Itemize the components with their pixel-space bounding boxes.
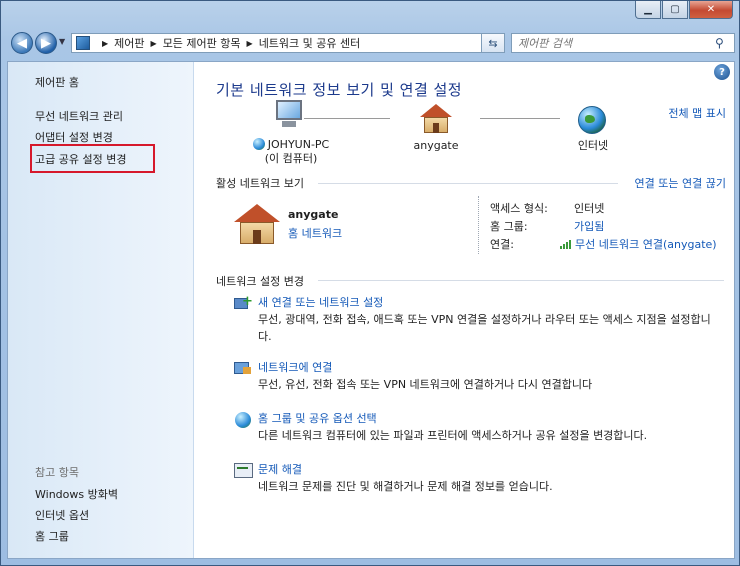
- section-divider: [318, 183, 618, 184]
- new-connection-icon: +: [234, 294, 254, 312]
- content-area: 제어판 홈 무선 네트워크 관리 어댑터 설정 변경 고급 공유 설정 변경 참…: [7, 61, 735, 559]
- left-task-pane: 제어판 홈 무선 네트워크 관리 어댑터 설정 변경 고급 공유 설정 변경 참…: [8, 62, 194, 558]
- homegroup-value-link[interactable]: 가입됨: [574, 218, 604, 234]
- vertical-divider: [478, 196, 479, 254]
- internet-globe-icon[interactable]: [578, 106, 606, 134]
- page-title: 기본 네트워크 정보 보기 및 연결 설정: [216, 81, 463, 99]
- map-connector-line: [480, 118, 560, 119]
- access-type-value: 인터넷: [574, 202, 605, 215]
- computer-sub: (이 컴퓨터): [264, 152, 318, 165]
- search-icon[interactable]: ⚲: [715, 36, 729, 50]
- see-also-homegroup[interactable]: 홈 그룹: [35, 528, 69, 544]
- access-type-label: 액세스 형식:: [490, 202, 548, 215]
- troubleshoot-desc: 네트워크 문제를 진단 및 해결하거나 문제 해결 정보를 얻습니다.: [258, 480, 553, 493]
- close-icon[interactable]: ✕: [689, 1, 733, 19]
- forward-arrow-icon[interactable]: ▶: [35, 32, 57, 54]
- computer-icon[interactable]: [272, 100, 306, 134]
- chevron-right-icon[interactable]: ▶: [247, 39, 253, 48]
- network-globe-icon: [252, 138, 265, 150]
- connect-network-desc: 무선, 유선, 전화 접속 또는 VPN 네트워크에 연결하거나 다시 연결합니…: [258, 378, 593, 391]
- homegroup-icon: [234, 410, 254, 428]
- see-also-internet-options[interactable]: 인터넷 옵션: [35, 507, 89, 523]
- connect-disconnect-link[interactable]: 연결 또는 연결 끊기: [635, 175, 726, 191]
- breadcrumb-control-panel[interactable]: 제어판: [114, 35, 144, 51]
- map-computer-label: JOHYUN-PC (이 컴퓨터): [246, 138, 336, 166]
- network-type-link[interactable]: 홈 네트워크: [288, 225, 342, 241]
- homegroup-sharing-desc: 다른 네트워크 컴퓨터에 있는 파일과 프린터에 액세스하거나 공유 설정을 변…: [258, 429, 648, 442]
- chevron-right-icon[interactable]: ▶: [151, 39, 157, 48]
- homegroup-label: 홈 그룹:: [490, 220, 528, 233]
- breadcrumb-all-items[interactable]: 모든 제어판 항목: [163, 35, 241, 51]
- troubleshoot-link[interactable]: 문제 해결: [258, 461, 302, 477]
- minimize-icon[interactable]: ▁: [635, 1, 661, 19]
- help-icon[interactable]: ?: [714, 64, 730, 80]
- chevron-right-icon[interactable]: ▶: [102, 39, 108, 48]
- recent-pages-dropdown-icon[interactable]: ▼: [59, 37, 65, 46]
- sidebar-item-manage-wireless[interactable]: 무선 네트워크 관리: [35, 108, 123, 124]
- search-input[interactable]: [511, 33, 735, 53]
- main-pane: ? 기본 네트워크 정보 보기 및 연결 설정 JOHYUN-PC (이 컴퓨터…: [194, 62, 734, 558]
- explorer-window: ▁ ▢ ✕ ◀ ▶ ▼ ▶ 제어판 ▶ 모든 제어판 항목 ▶ 네트워크 및 공…: [0, 0, 740, 566]
- wireless-signal-icon: [560, 239, 572, 252]
- home-network-large-icon: [234, 204, 280, 244]
- new-connection-desc: 무선, 광대역, 전화 접속, 애드혹 또는 VPN 연결을 설정하거나 라우터…: [258, 313, 711, 343]
- see-also-firewall[interactable]: Windows 방화벽: [35, 486, 118, 502]
- network-name: anygate: [288, 208, 339, 221]
- homegroup-sharing-link[interactable]: 홈 그룹 및 공유 옵션 선택: [258, 410, 377, 426]
- new-connection-link[interactable]: 새 연결 또는 네트워크 설정: [258, 294, 383, 310]
- map-internet-label: 인터넷: [577, 139, 609, 152]
- maximize-icon[interactable]: ▢: [662, 1, 688, 19]
- map-network-label: anygate: [413, 139, 459, 152]
- control-panel-home-link[interactable]: 제어판 홈: [35, 74, 79, 90]
- connect-network-icon: [234, 359, 254, 377]
- map-connector-line: [304, 118, 390, 119]
- see-also-heading: 참고 항목: [35, 466, 79, 479]
- full-map-link[interactable]: 전체 맵 표시: [668, 105, 726, 121]
- connections-label: 연결:: [490, 238, 514, 251]
- caption-buttons: ▁ ▢ ✕: [634, 1, 733, 19]
- home-network-icon[interactable]: [420, 104, 452, 134]
- troubleshoot-icon: [234, 461, 254, 479]
- control-panel-icon: [76, 36, 90, 50]
- computer-name: JOHYUN-PC: [267, 138, 330, 151]
- change-settings-heading: 네트워크 설정 변경: [216, 275, 304, 288]
- wireless-connection-link[interactable]: 무선 네트워크 연결(anygate): [560, 236, 717, 252]
- navigation-bar: ◀ ▶ ▼ ▶ 제어판 ▶ 모든 제어판 항목 ▶ 네트워크 및 공유 센터 ▼…: [7, 31, 735, 57]
- active-networks-heading: 활성 네트워크 보기: [216, 177, 304, 190]
- refresh-icon[interactable]: ⇆: [481, 33, 505, 53]
- section-divider: [318, 280, 724, 281]
- connection-name[interactable]: 무선 네트워크 연결(anygate): [575, 238, 717, 251]
- connect-network-link[interactable]: 네트워크에 연결: [258, 359, 332, 375]
- address-bar[interactable]: ▶ 제어판 ▶ 모든 제어판 항목 ▶ 네트워크 및 공유 센터 ▼: [71, 33, 501, 53]
- sidebar-item-adapter-settings[interactable]: 어댑터 설정 변경: [35, 129, 113, 145]
- back-arrow-icon[interactable]: ◀: [11, 32, 33, 54]
- highlight-box: [30, 144, 155, 173]
- breadcrumb-network-center[interactable]: 네트워크 및 공유 센터: [259, 35, 361, 51]
